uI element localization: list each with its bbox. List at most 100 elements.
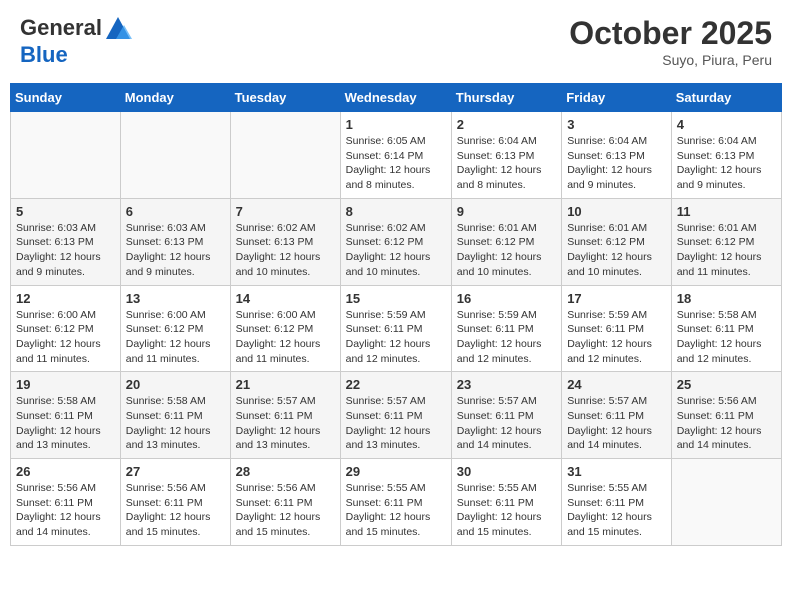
day-info: Sunrise: 5:57 AM Sunset: 6:11 PM Dayligh… <box>457 394 556 453</box>
day-number: 22 <box>346 377 446 392</box>
day-info: Sunrise: 6:01 AM Sunset: 6:12 PM Dayligh… <box>567 221 666 280</box>
day-number: 24 <box>567 377 666 392</box>
calendar-week-row: 26 Sunrise: 5:56 AM Sunset: 6:11 PM Dayli… <box>11 459 782 546</box>
day-info: Sunrise: 5:56 AM Sunset: 6:11 PM Dayligh… <box>16 481 115 540</box>
day-number: 23 <box>457 377 556 392</box>
calendar-cell <box>120 112 230 199</box>
day-number: 1 <box>346 117 446 132</box>
title-block: October 2025 Suyo, Piura, Peru <box>569 15 772 68</box>
calendar-header-row: SundayMondayTuesdayWednesdayThursdayFrid… <box>11 84 782 112</box>
calendar-cell: 7 Sunrise: 6:02 AM Sunset: 6:13 PM Daylig… <box>230 198 340 285</box>
logo-general: General <box>20 15 102 40</box>
calendar-cell <box>671 459 781 546</box>
logo-blue: Blue <box>20 42 68 67</box>
calendar-week-row: 12 Sunrise: 6:00 AM Sunset: 6:12 PM Dayli… <box>11 285 782 372</box>
day-info: Sunrise: 5:59 AM Sunset: 6:11 PM Dayligh… <box>567 308 666 367</box>
day-info: Sunrise: 6:02 AM Sunset: 6:13 PM Dayligh… <box>236 221 335 280</box>
day-number: 26 <box>16 464 115 479</box>
calendar-cell: 10 Sunrise: 6:01 AM Sunset: 6:12 PM Dayli… <box>562 198 672 285</box>
day-info: Sunrise: 6:03 AM Sunset: 6:13 PM Dayligh… <box>16 221 115 280</box>
calendar-cell: 20 Sunrise: 5:58 AM Sunset: 6:11 PM Dayli… <box>120 372 230 459</box>
location: Suyo, Piura, Peru <box>569 52 772 68</box>
day-number: 19 <box>16 377 115 392</box>
day-number: 7 <box>236 204 335 219</box>
day-info: Sunrise: 6:05 AM Sunset: 6:14 PM Dayligh… <box>346 134 446 193</box>
calendar-cell: 28Sunrise: 5:56 AM Sunset: 6:11 PM Dayli… <box>230 459 340 546</box>
day-info: Sunrise: 6:00 AM Sunset: 6:12 PM Dayligh… <box>126 308 225 367</box>
calendar-cell: 4Sunrise: 6:04 AM Sunset: 6:13 PM Daylig… <box>671 112 781 199</box>
calendar-week-row: 19 Sunrise: 5:58 AM Sunset: 6:11 PM Dayli… <box>11 372 782 459</box>
calendar-week-row: 5 Sunrise: 6:03 AM Sunset: 6:13 PM Daylig… <box>11 198 782 285</box>
day-info: Sunrise: 5:55 AM Sunset: 6:11 PM Dayligh… <box>457 481 556 540</box>
day-number: 17 <box>567 291 666 306</box>
calendar-cell: 5 Sunrise: 6:03 AM Sunset: 6:13 PM Daylig… <box>11 198 121 285</box>
calendar-cell: 23 Sunrise: 5:57 AM Sunset: 6:11 PM Dayli… <box>451 372 561 459</box>
day-number: 21 <box>236 377 335 392</box>
day-number: 8 <box>346 204 446 219</box>
day-number: 15 <box>346 291 446 306</box>
day-number: 31 <box>567 464 666 479</box>
day-number: 18 <box>677 291 776 306</box>
calendar-cell: 30Sunrise: 5:55 AM Sunset: 6:11 PM Dayli… <box>451 459 561 546</box>
day-info: Sunrise: 6:02 AM Sunset: 6:12 PM Dayligh… <box>346 221 446 280</box>
day-number: 5 <box>16 204 115 219</box>
calendar-cell: 14Sunrise: 6:00 AM Sunset: 6:12 PM Dayli… <box>230 285 340 372</box>
calendar-cell: 26 Sunrise: 5:56 AM Sunset: 6:11 PM Dayli… <box>11 459 121 546</box>
calendar-cell: 11Sunrise: 6:01 AM Sunset: 6:12 PM Dayli… <box>671 198 781 285</box>
day-number: 11 <box>677 204 776 219</box>
day-info: Sunrise: 5:57 AM Sunset: 6:11 PM Dayligh… <box>236 394 335 453</box>
calendar-week-row: 1 Sunrise: 6:05 AM Sunset: 6:14 PM Daylig… <box>11 112 782 199</box>
day-of-week-header: Monday <box>120 84 230 112</box>
day-info: Sunrise: 6:04 AM Sunset: 6:13 PM Dayligh… <box>457 134 556 193</box>
day-number: 20 <box>126 377 225 392</box>
calendar-cell: 1 Sunrise: 6:05 AM Sunset: 6:14 PM Daylig… <box>340 112 451 199</box>
calendar-cell: 15Sunrise: 5:59 AM Sunset: 6:11 PM Dayli… <box>340 285 451 372</box>
day-number: 10 <box>567 204 666 219</box>
day-info: Sunrise: 5:58 AM Sunset: 6:11 PM Dayligh… <box>16 394 115 453</box>
day-number: 13 <box>126 291 225 306</box>
day-info: Sunrise: 6:04 AM Sunset: 6:13 PM Dayligh… <box>567 134 666 193</box>
day-of-week-header: Saturday <box>671 84 781 112</box>
day-of-week-header: Wednesday <box>340 84 451 112</box>
calendar-cell: 9 Sunrise: 6:01 AM Sunset: 6:12 PM Daylig… <box>451 198 561 285</box>
day-number: 12 <box>16 291 115 306</box>
day-info: Sunrise: 5:56 AM Sunset: 6:11 PM Dayligh… <box>236 481 335 540</box>
day-info: Sunrise: 5:56 AM Sunset: 6:11 PM Dayligh… <box>677 394 776 453</box>
calendar-cell <box>11 112 121 199</box>
day-number: 6 <box>126 204 225 219</box>
day-info: Sunrise: 5:58 AM Sunset: 6:11 PM Dayligh… <box>126 394 225 453</box>
calendar-cell: 3 Sunrise: 6:04 AM Sunset: 6:13 PM Daylig… <box>562 112 672 199</box>
day-number: 2 <box>457 117 556 132</box>
day-info: Sunrise: 6:04 AM Sunset: 6:13 PM Dayligh… <box>677 134 776 193</box>
day-info: Sunrise: 5:55 AM Sunset: 6:11 PM Dayligh… <box>346 481 446 540</box>
logo: General Blue <box>20 15 132 67</box>
calendar-cell: 2 Sunrise: 6:04 AM Sunset: 6:13 PM Daylig… <box>451 112 561 199</box>
day-info: Sunrise: 6:00 AM Sunset: 6:12 PM Dayligh… <box>236 308 335 367</box>
day-of-week-header: Friday <box>562 84 672 112</box>
calendar-cell: 22 Sunrise: 5:57 AM Sunset: 6:11 PM Dayli… <box>340 372 451 459</box>
day-info: Sunrise: 6:01 AM Sunset: 6:12 PM Dayligh… <box>457 221 556 280</box>
day-of-week-header: Tuesday <box>230 84 340 112</box>
calendar-cell: 13 Sunrise: 6:00 AM Sunset: 6:12 PM Dayli… <box>120 285 230 372</box>
calendar-cell: 24 Sunrise: 5:57 AM Sunset: 6:11 PM Dayli… <box>562 372 672 459</box>
day-of-week-header: Thursday <box>451 84 561 112</box>
calendar-cell: 17 Sunrise: 5:59 AM Sunset: 6:11 PM Dayli… <box>562 285 672 372</box>
calendar-cell <box>230 112 340 199</box>
day-info: Sunrise: 5:59 AM Sunset: 6:11 PM Dayligh… <box>457 308 556 367</box>
logo-text: General Blue <box>20 15 132 67</box>
day-number: 29 <box>346 464 446 479</box>
day-number: 16 <box>457 291 556 306</box>
day-number: 3 <box>567 117 666 132</box>
calendar-cell: 8 Sunrise: 6:02 AM Sunset: 6:12 PM Daylig… <box>340 198 451 285</box>
day-info: Sunrise: 5:57 AM Sunset: 6:11 PM Dayligh… <box>567 394 666 453</box>
page-header: General Blue October 2025 Suyo, Piura, P… <box>10 10 782 73</box>
calendar-cell: 18Sunrise: 5:58 AM Sunset: 6:11 PM Dayli… <box>671 285 781 372</box>
calendar-cell: 12 Sunrise: 6:00 AM Sunset: 6:12 PM Dayli… <box>11 285 121 372</box>
month-title: October 2025 <box>569 15 772 52</box>
day-info: Sunrise: 5:55 AM Sunset: 6:11 PM Dayligh… <box>567 481 666 540</box>
day-of-week-header: Sunday <box>11 84 121 112</box>
day-info: Sunrise: 5:57 AM Sunset: 6:11 PM Dayligh… <box>346 394 446 453</box>
calendar-cell: 6Sunrise: 6:03 AM Sunset: 6:13 PM Daylig… <box>120 198 230 285</box>
day-number: 9 <box>457 204 556 219</box>
day-info: Sunrise: 6:00 AM Sunset: 6:12 PM Dayligh… <box>16 308 115 367</box>
